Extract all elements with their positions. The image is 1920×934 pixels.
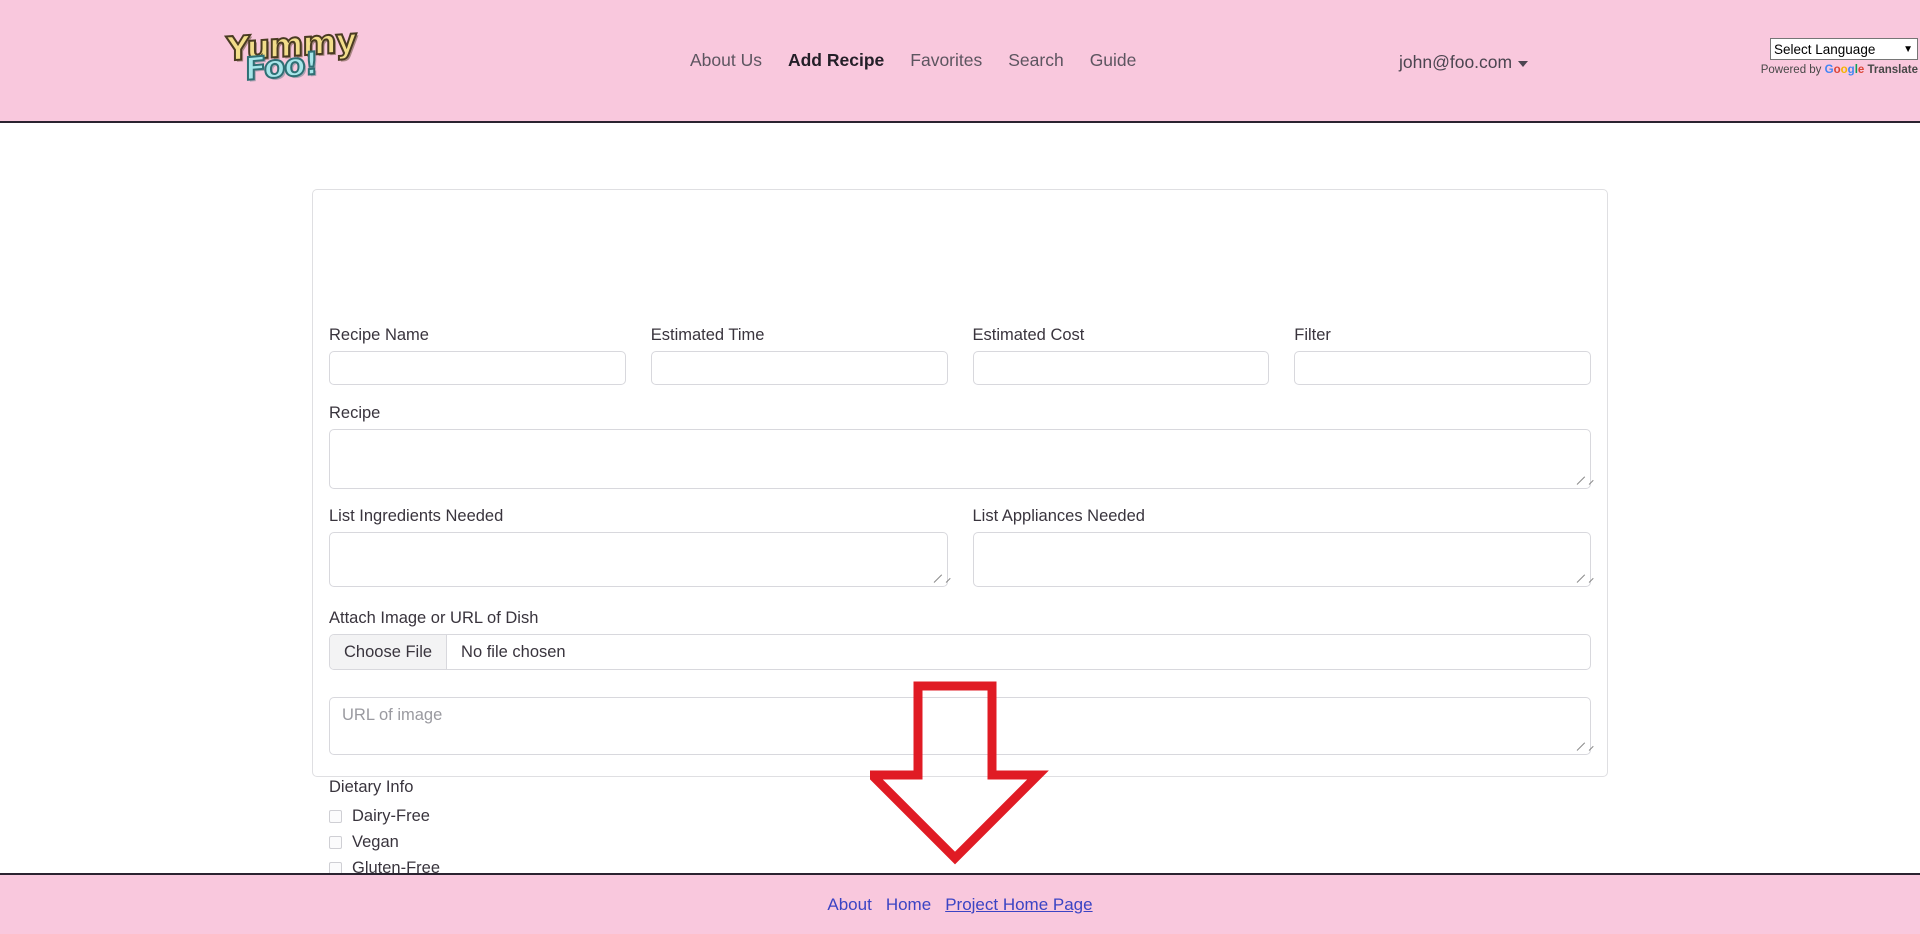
dietary-option-vegan[interactable]: Vegan xyxy=(329,829,440,855)
powered-by-google-translate: Powered by Google Translate xyxy=(1760,64,1918,76)
language-select-value: Select Language xyxy=(1774,41,1876,57)
footer-link-home[interactable]: Home xyxy=(886,895,931,915)
choose-file-button[interactable]: Choose File xyxy=(330,635,448,669)
field-ingredients: List Ingredients Needed xyxy=(329,507,948,587)
appliances-textarea[interactable] xyxy=(972,532,1591,587)
chevron-down-icon: ▼ xyxy=(1903,43,1913,55)
field-appliances: List Appliances Needed xyxy=(972,507,1591,587)
field-recipe-name: Recipe Name xyxy=(329,326,626,385)
field-estimated-cost: Estimated Cost xyxy=(972,326,1270,385)
nav-item-about-us[interactable]: About Us xyxy=(690,50,762,71)
recipe-textarea[interactable] xyxy=(329,429,1591,489)
nav-item-guide[interactable]: Guide xyxy=(1090,50,1137,71)
label-vegan: Vegan xyxy=(352,832,399,851)
label-estimated-cost: Estimated Cost xyxy=(972,326,1085,344)
checkbox-dairy-free[interactable] xyxy=(329,809,342,823)
resize-grip-icon[interactable] xyxy=(1576,475,1588,487)
filter-input[interactable] xyxy=(1294,351,1591,385)
main-navigation: About Us Add Recipe Favorites Search Gui… xyxy=(690,50,1136,71)
field-recipe: Recipe xyxy=(329,404,1591,489)
resize-grip-icon[interactable] xyxy=(1576,741,1588,753)
user-email-label: john@foo.com xyxy=(1399,52,1513,72)
language-select[interactable]: Select Language ▼ xyxy=(1770,38,1918,60)
estimated-time-input[interactable] xyxy=(650,351,948,385)
logo-text-foo: Foo! xyxy=(244,45,318,89)
powered-by-label: Powered by xyxy=(1760,64,1822,76)
google-wordmark: Google xyxy=(1824,64,1865,76)
label-dairy-free: Dairy-Free xyxy=(352,806,430,825)
user-account-dropdown[interactable]: john@foo.com xyxy=(1399,52,1529,73)
chevron-down-icon xyxy=(1518,61,1529,67)
recipe-name-input[interactable] xyxy=(329,351,626,385)
site-footer: About Home Project Home Page xyxy=(0,873,1920,934)
estimated-cost-input[interactable] xyxy=(972,351,1270,385)
label-estimated-time: Estimated Time xyxy=(650,326,765,344)
ingredients-textarea[interactable] xyxy=(329,532,948,587)
file-status-label: No file chosen xyxy=(461,642,566,661)
label-recipe: Recipe xyxy=(329,404,381,422)
footer-link-project-home-page[interactable]: Project Home Page xyxy=(945,895,1092,915)
field-attach-image: Attach Image or URL of Dish Choose File … xyxy=(329,609,1591,670)
footer-link-about[interactable]: About xyxy=(827,895,871,915)
resize-grip-icon[interactable] xyxy=(1576,573,1588,585)
dietary-option-dairy-free[interactable]: Dairy-Free xyxy=(329,803,440,829)
page-main: Recipe Name Estimated Time Estimated Cos… xyxy=(0,123,1920,934)
label-ingredients: List Ingredients Needed xyxy=(329,507,504,525)
label-appliances: List Appliances Needed xyxy=(972,507,1145,525)
field-estimated-time: Estimated Time xyxy=(650,326,948,385)
checkbox-vegan[interactable] xyxy=(329,835,342,849)
field-image-url: URL of image xyxy=(329,697,1591,755)
resize-grip-icon[interactable] xyxy=(933,573,945,585)
nav-item-add-recipe[interactable]: Add Recipe xyxy=(788,50,884,71)
label-recipe-name: Recipe Name xyxy=(329,326,429,344)
label-attach-image: Attach Image or URL of Dish xyxy=(329,609,539,627)
nav-item-favorites[interactable]: Favorites xyxy=(910,50,982,71)
file-input-group[interactable]: Choose File No file chosen xyxy=(329,634,1591,670)
image-url-textarea[interactable]: URL of image xyxy=(329,697,1591,755)
google-translate-widget: Select Language ▼ Powered by Google Tran… xyxy=(1760,38,1918,76)
form-row-basic-info: Recipe Name Estimated Time Estimated Cos… xyxy=(329,326,1591,385)
site-logo[interactable]: Yummy Foo! xyxy=(225,19,357,98)
nav-item-search[interactable]: Search xyxy=(1008,50,1063,71)
site-header: Yummy Foo! About Us Add Recipe Favorites… xyxy=(0,0,1920,123)
form-row-lists: List Ingredients Needed List Appliances … xyxy=(329,507,1591,587)
field-filter: Filter xyxy=(1294,326,1591,385)
label-filter: Filter xyxy=(1294,326,1331,344)
translate-wordmark: Translate xyxy=(1867,64,1919,76)
image-url-placeholder: URL of image xyxy=(342,706,443,724)
label-dietary-info: Dietary Info xyxy=(329,778,414,796)
